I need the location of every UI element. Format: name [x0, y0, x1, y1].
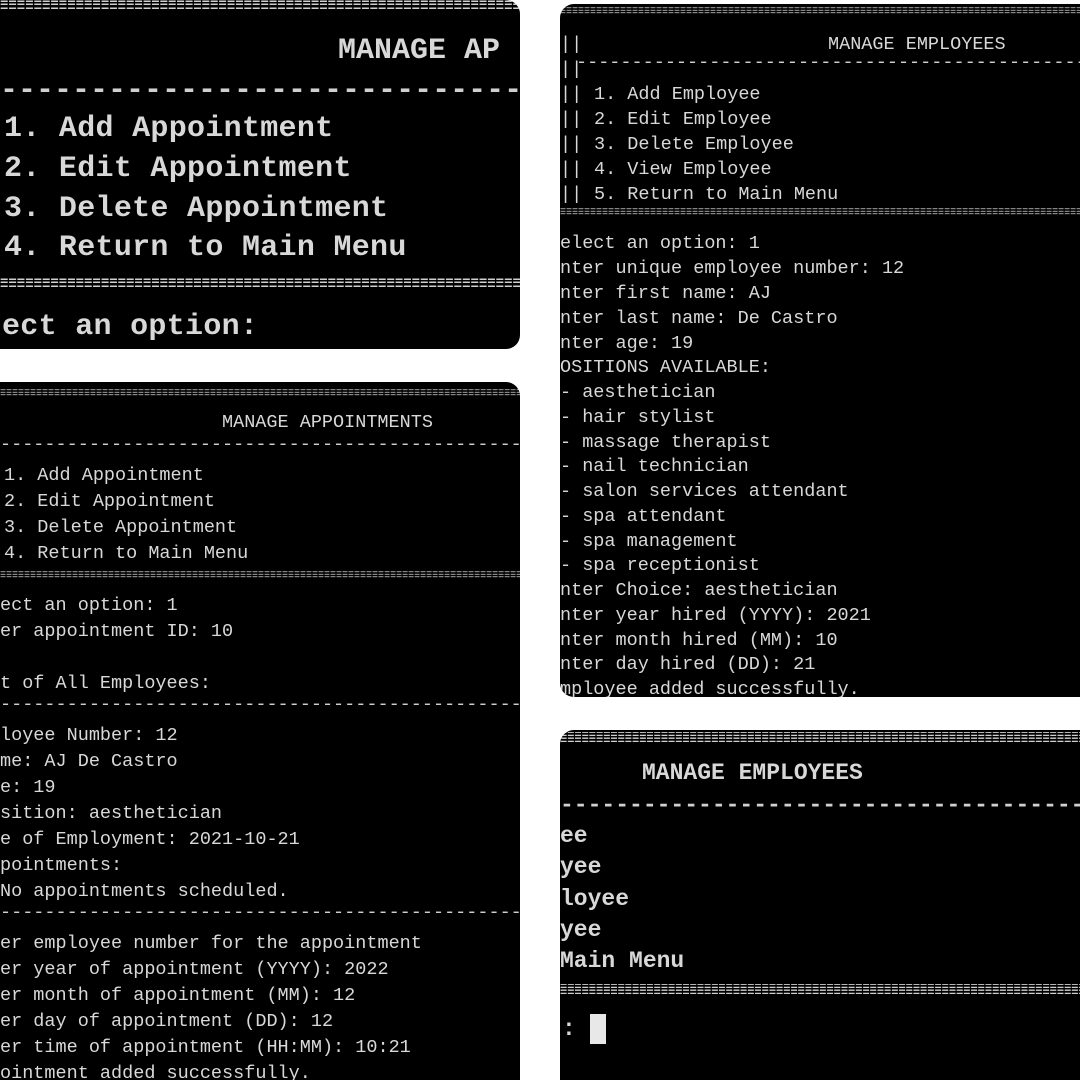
- success-message: ointment added successfully.: [0, 1063, 311, 1080]
- border-left: ||: [560, 159, 583, 180]
- console-line: er appointment ID: 10: [0, 621, 234, 642]
- console-line: er month of appointment (MM): 12: [0, 985, 356, 1006]
- console-line: OSITIONS AVAILABLE:: [560, 357, 771, 378]
- employee-position-line: sition: aesthetician: [0, 803, 223, 824]
- double-separator: ========================================…: [0, 276, 520, 294]
- double-separator: ========================================…: [0, 388, 520, 400]
- position-option: - aesthetician: [560, 382, 716, 403]
- console-line: nter unique employee number: 12: [560, 258, 905, 279]
- menu-item-edit-employee[interactable]: yee: [560, 854, 601, 880]
- border-left: ||: [560, 134, 583, 155]
- dash-separator: ----------------------------------------…: [560, 794, 1080, 817]
- menu-item-add-employee[interactable]: 1. Add Employee: [594, 84, 761, 105]
- console-line: er time of appointment (HH:MM): 10:21: [0, 1037, 411, 1058]
- menu-item-delete-appointment[interactable]: 3. Delete Appointment: [4, 517, 237, 538]
- dash-separator: ----------------------------------------…: [0, 436, 520, 454]
- double-separator: ========================================…: [560, 984, 1080, 1000]
- position-option: - hair stylist: [560, 407, 716, 428]
- employment-date-line: e of Employment: 2021-10-21: [0, 829, 300, 850]
- position-option: - spa attendant: [560, 506, 727, 527]
- terminal-panel-manage-appointments-zoomed: ========================================…: [0, 0, 520, 349]
- console-line: t of All Employees:: [0, 673, 211, 694]
- border-left: ||: [560, 34, 583, 55]
- border-left: ||: [560, 84, 583, 105]
- position-option: - spa receptionist: [560, 555, 760, 576]
- console-line: nter age: 19: [560, 333, 694, 354]
- console-line: nter Choice: aesthetician: [560, 580, 838, 601]
- employee-name-line: me: AJ De Castro: [0, 751, 178, 772]
- dash-separator: ----------------------------------------…: [0, 76, 520, 106]
- terminal-panel-add-appointment: ========================================…: [0, 382, 520, 1080]
- position-option: - salon services attendant: [560, 481, 849, 502]
- menu-item-delete-employee[interactable]: loyee: [560, 886, 629, 912]
- console-line: er year of appointment (YYYY): 2022: [0, 959, 389, 980]
- double-separator: ========================================…: [0, 0, 520, 16]
- appointments-label-line: pointments:: [0, 855, 123, 876]
- border-left: ||: [560, 109, 583, 130]
- console-line: nter first name: AJ: [560, 283, 771, 304]
- position-option: - massage therapist: [560, 432, 771, 453]
- option-prompt[interactable]: ect an option:: [2, 310, 258, 344]
- console-line: elect an option: 1: [560, 233, 760, 254]
- menu-item-return-main-menu[interactable]: Main Menu: [560, 948, 684, 974]
- menu-title: MANAGE EMPLOYEES: [828, 34, 1006, 55]
- double-separator: ========================================…: [0, 570, 520, 582]
- menu-item-view-employee[interactable]: 4. View Employee: [594, 159, 772, 180]
- menu-title: MANAGE AP: [338, 34, 501, 68]
- menu-item-edit-appointment[interactable]: 2. Edit Appointment: [4, 152, 352, 186]
- option-prompt[interactable]: :: [562, 1014, 606, 1044]
- console-line: nter year hired (YYYY): 2021: [560, 605, 871, 626]
- console-line: er employee number for the appointment: [0, 933, 422, 954]
- menu-item-add-employee[interactable]: ee: [560, 823, 588, 849]
- menu-title: MANAGE EMPLOYEES: [642, 760, 863, 786]
- employee-number-line: loyee Number: 12: [0, 725, 178, 746]
- menu-item-return-main-menu[interactable]: 5. Return to Main Menu: [594, 184, 838, 205]
- success-message: mployee added successfully.: [560, 679, 860, 697]
- prompt-text: :: [562, 1016, 576, 1043]
- dash-separator: ----------------------------------------…: [0, 904, 520, 922]
- text-cursor: [589, 1014, 606, 1044]
- double-separator: ========================================…: [560, 207, 1080, 219]
- console-line: nter last name: De Castro: [560, 308, 838, 329]
- double-separator: ========================================…: [560, 6, 1080, 18]
- menu-item-add-appointment[interactable]: 1. Add Appointment: [4, 465, 204, 486]
- console-line: nter day hired (DD): 21: [560, 654, 816, 675]
- dash-separator: ----------------------------------------…: [0, 696, 520, 714]
- position-option: - spa management: [560, 531, 738, 552]
- double-separator: ========================================…: [560, 732, 1080, 748]
- console-line: nter month hired (MM): 10: [560, 630, 838, 651]
- menu-item-delete-employee[interactable]: 3. Delete Employee: [594, 134, 794, 155]
- border-left: ||: [560, 184, 583, 205]
- menu-title: MANAGE APPOINTMENTS: [222, 412, 433, 433]
- no-appointments-line: No appointments scheduled.: [0, 881, 289, 902]
- terminal-panel-add-employee: ========================================…: [560, 4, 1080, 697]
- dash-separator: ----------------------------------------…: [576, 54, 1080, 72]
- menu-item-add-appointment[interactable]: 1. Add Appointment: [4, 112, 333, 146]
- menu-item-edit-employee[interactable]: 2. Edit Employee: [594, 109, 772, 130]
- menu-item-return-main-menu[interactable]: 4. Return to Main Menu: [4, 231, 407, 265]
- terminal-panel-manage-employees-zoomed: ========================================…: [560, 730, 1080, 1080]
- employee-age-line: e: 19: [0, 777, 56, 798]
- position-option: - nail technician: [560, 456, 749, 477]
- menu-item-edit-appointment[interactable]: 2. Edit Appointment: [4, 491, 215, 512]
- menu-item-view-employee[interactable]: yee: [560, 917, 601, 943]
- console-line: ect an option: 1: [0, 595, 178, 616]
- menu-item-delete-appointment[interactable]: 3. Delete Appointment: [4, 192, 388, 226]
- menu-item-return-main-menu[interactable]: 4. Return to Main Menu: [4, 543, 248, 564]
- console-line: er day of appointment (DD): 12: [0, 1011, 334, 1032]
